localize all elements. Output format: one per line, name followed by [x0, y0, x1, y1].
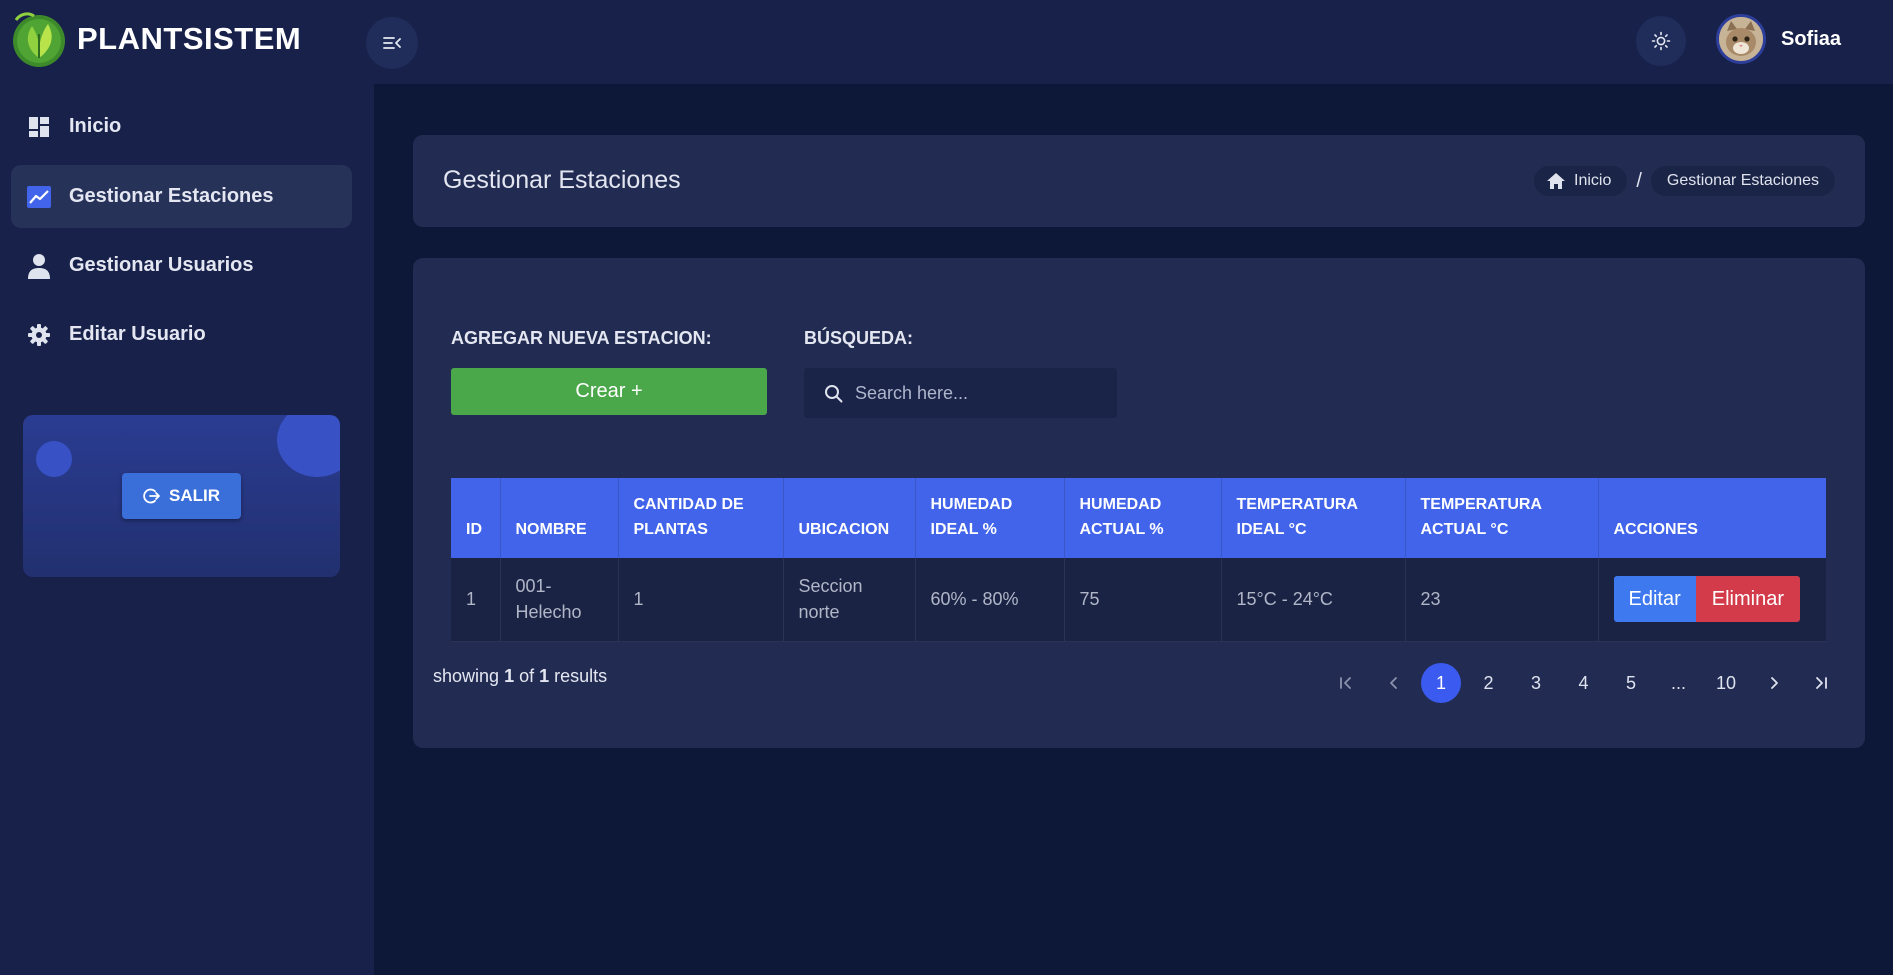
decorative-circle: [36, 441, 72, 477]
chevron-left-icon: [1389, 677, 1397, 689]
stations-table: ID NOMBRE CANTIDAD DE PLANTAS UBICACION …: [451, 478, 1826, 642]
decorative-circle: [277, 415, 340, 477]
table-row: 1 001-Helecho 1 Seccion norte 60% - 80% …: [451, 558, 1826, 642]
create-station-button[interactable]: Crear +: [451, 368, 767, 415]
breadcrumb-separator: /: [1636, 169, 1642, 192]
edit-button[interactable]: Editar: [1613, 576, 1696, 623]
top-header: PLANTSISTEM Sofiaa: [0, 0, 1893, 84]
prev-page-button[interactable]: [1374, 663, 1414, 703]
page-header-card: Gestionar Estaciones Inicio / Gestionar …: [413, 135, 1865, 227]
column-header-nombre[interactable]: NOMBRE: [500, 478, 619, 558]
cell-humedad-actual: 75: [1064, 558, 1222, 642]
first-page-button[interactable]: [1326, 663, 1366, 703]
breadcrumb-current: Gestionar Estaciones: [1650, 166, 1835, 196]
logout-label: SALIR: [169, 486, 220, 505]
results-summary: showing 1 of 1 results: [433, 666, 607, 687]
leaf-logo-icon: [13, 12, 65, 67]
cell-acciones: Editar Eliminar: [1598, 558, 1826, 642]
search-input[interactable]: [855, 382, 1105, 404]
column-header-humedad-ideal[interactable]: HUMEDAD IDEAL %: [915, 478, 1065, 558]
column-header-cantidad[interactable]: CANTIDAD DE PLANTAS: [618, 478, 784, 558]
cell-temperatura-ideal: 15°C - 24°C: [1221, 558, 1406, 642]
brand-name: PLANTSISTEM: [77, 21, 302, 56]
page-button[interactable]: 4: [1564, 663, 1604, 703]
home-icon: [1547, 173, 1565, 189]
breadcrumb: Inicio / Gestionar Estaciones: [1534, 166, 1835, 196]
search-label: BÚSQUEDA:: [804, 328, 914, 348]
sidebar-item-label: Inicio: [69, 115, 122, 137]
breadcrumb-home[interactable]: Inicio: [1534, 166, 1628, 196]
cell-humedad-ideal: 60% - 80%: [915, 558, 1065, 642]
results-prefix: showing: [433, 666, 500, 686]
logout-card: SALIR: [23, 415, 340, 577]
results-total: 1: [539, 666, 550, 686]
results-of: of: [519, 666, 535, 686]
column-header-humedad-actual[interactable]: HUMEDAD ACTUAL %: [1064, 478, 1222, 558]
sidebar-item-inicio[interactable]: Inicio: [11, 95, 352, 158]
delete-button[interactable]: Eliminar: [1695, 576, 1800, 623]
column-header-id[interactable]: ID: [451, 478, 501, 558]
table-header-row: ID NOMBRE CANTIDAD DE PLANTAS UBICACION …: [451, 478, 1826, 558]
dashboard-icon: [27, 115, 51, 139]
column-header-acciones: ACCIONES: [1598, 478, 1826, 558]
sidebar-item-label: Editar Usuario: [69, 323, 206, 345]
cell-cantidad: 1: [618, 558, 784, 642]
column-header-ubicacion[interactable]: UBICACION: [783, 478, 916, 558]
page-button[interactable]: 3: [1516, 663, 1556, 703]
brand[interactable]: PLANTSISTEM: [10, 10, 301, 68]
cell-ubicacion: Seccion norte: [783, 558, 916, 642]
breadcrumb-home-label: Inicio: [1574, 172, 1612, 189]
avatar[interactable]: [1716, 14, 1766, 64]
next-page-button[interactable]: [1754, 663, 1794, 703]
sun-icon: [1651, 31, 1671, 51]
page-button[interactable]: 5: [1611, 663, 1651, 703]
add-station-label: AGREGAR NUEVA ESTACION:: [451, 328, 712, 348]
logout-button[interactable]: SALIR: [122, 473, 241, 519]
page-title: Gestionar Estaciones: [443, 166, 681, 194]
search-box[interactable]: [804, 368, 1117, 418]
sidebar-item-label: Gestionar Usuarios: [69, 254, 254, 276]
gear-icon: [27, 323, 51, 347]
sidebar-item-gestionar-usuarios[interactable]: Gestionar Usuarios: [11, 234, 352, 297]
user-menu[interactable]: Sofiaa: [1716, 14, 1841, 64]
sidebar-toggle-button[interactable]: [366, 17, 418, 69]
theme-toggle-button[interactable]: [1636, 16, 1686, 66]
user-icon: [27, 253, 51, 279]
results-count: 1: [504, 666, 515, 686]
search-icon: [825, 384, 843, 402]
cell-temperatura-actual: 23: [1405, 558, 1599, 642]
sidebar: Inicio Gestionar Estaciones Gestionar Us…: [0, 84, 374, 975]
logout-icon: [143, 488, 160, 504]
first-page-icon: [1340, 677, 1351, 689]
page-ellipsis: ...: [1670, 672, 1686, 693]
cell-id: 1: [451, 558, 501, 642]
column-header-temperatura-actual[interactable]: TEMPERATURA ACTUAL °C: [1405, 478, 1599, 558]
pagination: 1 2 3 4 5 ... 10: [1326, 663, 1849, 703]
cat-avatar-icon: [1719, 17, 1763, 61]
stations-card: AGREGAR NUEVA ESTACION: Crear + BÚSQUEDA…: [413, 258, 1865, 748]
chart-icon: [27, 185, 51, 209]
column-header-temperatura-ideal[interactable]: TEMPERATURA IDEAL °C: [1221, 478, 1406, 558]
breadcrumb-current-label: Gestionar Estaciones: [1666, 172, 1819, 189]
sidebar-item-label: Gestionar Estaciones: [69, 185, 274, 207]
last-page-button[interactable]: [1801, 663, 1841, 703]
page-button[interactable]: 1: [1421, 663, 1461, 703]
sidebar-item-gestionar-estaciones[interactable]: Gestionar Estaciones: [11, 165, 352, 228]
cell-nombre: 001-Helecho: [500, 558, 619, 642]
page-button[interactable]: 2: [1469, 663, 1509, 703]
user-name: Sofiaa: [1781, 27, 1842, 50]
chevron-right-icon: [1770, 677, 1778, 689]
menu-collapse-icon: [383, 37, 401, 49]
results-suffix: results: [554, 666, 608, 686]
sidebar-item-editar-usuario[interactable]: Editar Usuario: [11, 303, 352, 366]
page-button[interactable]: 10: [1706, 663, 1746, 703]
last-page-icon: [1816, 677, 1827, 689]
